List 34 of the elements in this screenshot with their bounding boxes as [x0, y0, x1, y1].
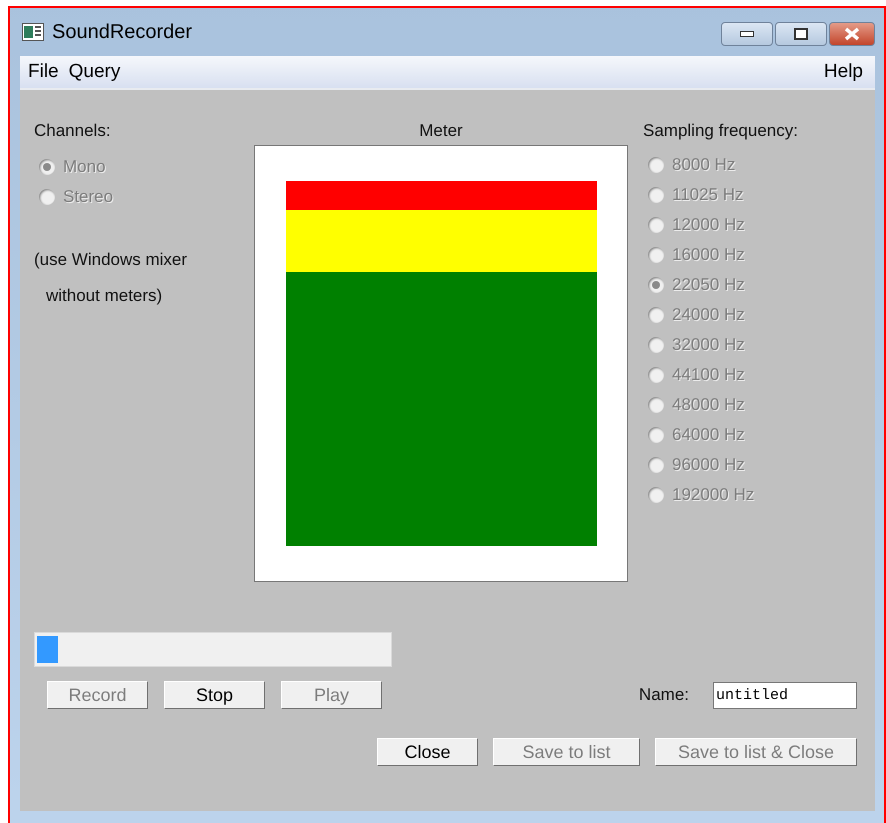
radio-label: 44100 Hz	[672, 365, 745, 385]
radio-label: Mono	[63, 157, 106, 177]
radio-label: 32000 Hz	[672, 335, 745, 355]
menu-item[interactable]: Query	[68, 61, 126, 83]
minimize-button[interactable]	[721, 22, 773, 46]
note-text: without meters)	[46, 286, 162, 305]
radio-label: 11025 Hz	[672, 185, 744, 205]
close-icon	[844, 27, 860, 41]
radio-label: 12000 Hz	[672, 215, 745, 235]
radio-label: 8000 Hz	[672, 155, 736, 175]
radio-label: 64000 Hz	[672, 425, 745, 445]
maximize-button[interactable]	[775, 22, 827, 46]
sampling-label: Sampling frequency:	[643, 120, 798, 142]
meter-label: Meter	[419, 120, 463, 142]
minimize-icon	[740, 31, 754, 37]
radio-label: 24000 Hz	[672, 305, 745, 325]
radio-label: 192000 Hz	[672, 485, 754, 505]
radio-label: 48000 Hz	[672, 395, 745, 415]
maximize-icon	[794, 28, 808, 40]
close-window-button[interactable]	[829, 22, 875, 46]
name-label: Name:	[638, 685, 689, 705]
radio-label: 96000 Hz	[672, 455, 745, 475]
menu-item[interactable]: File	[28, 61, 65, 83]
window-title: SoundRecorder	[52, 20, 194, 44]
radio-label: Stereo	[63, 187, 114, 207]
action-button[interactable]: Close	[377, 738, 478, 766]
menu-item[interactable]: Help	[824, 61, 869, 83]
radio-label: 16000 Hz	[672, 245, 745, 265]
app-icon	[22, 23, 44, 41]
channels-label: Channels:	[34, 120, 112, 142]
note-text: (use Windows mixer	[34, 250, 188, 269]
name-field[interactable]: untitled	[713, 682, 857, 708]
radio-label: 22050 Hz	[672, 275, 745, 295]
transport-button[interactable]: Stop	[164, 681, 265, 709]
